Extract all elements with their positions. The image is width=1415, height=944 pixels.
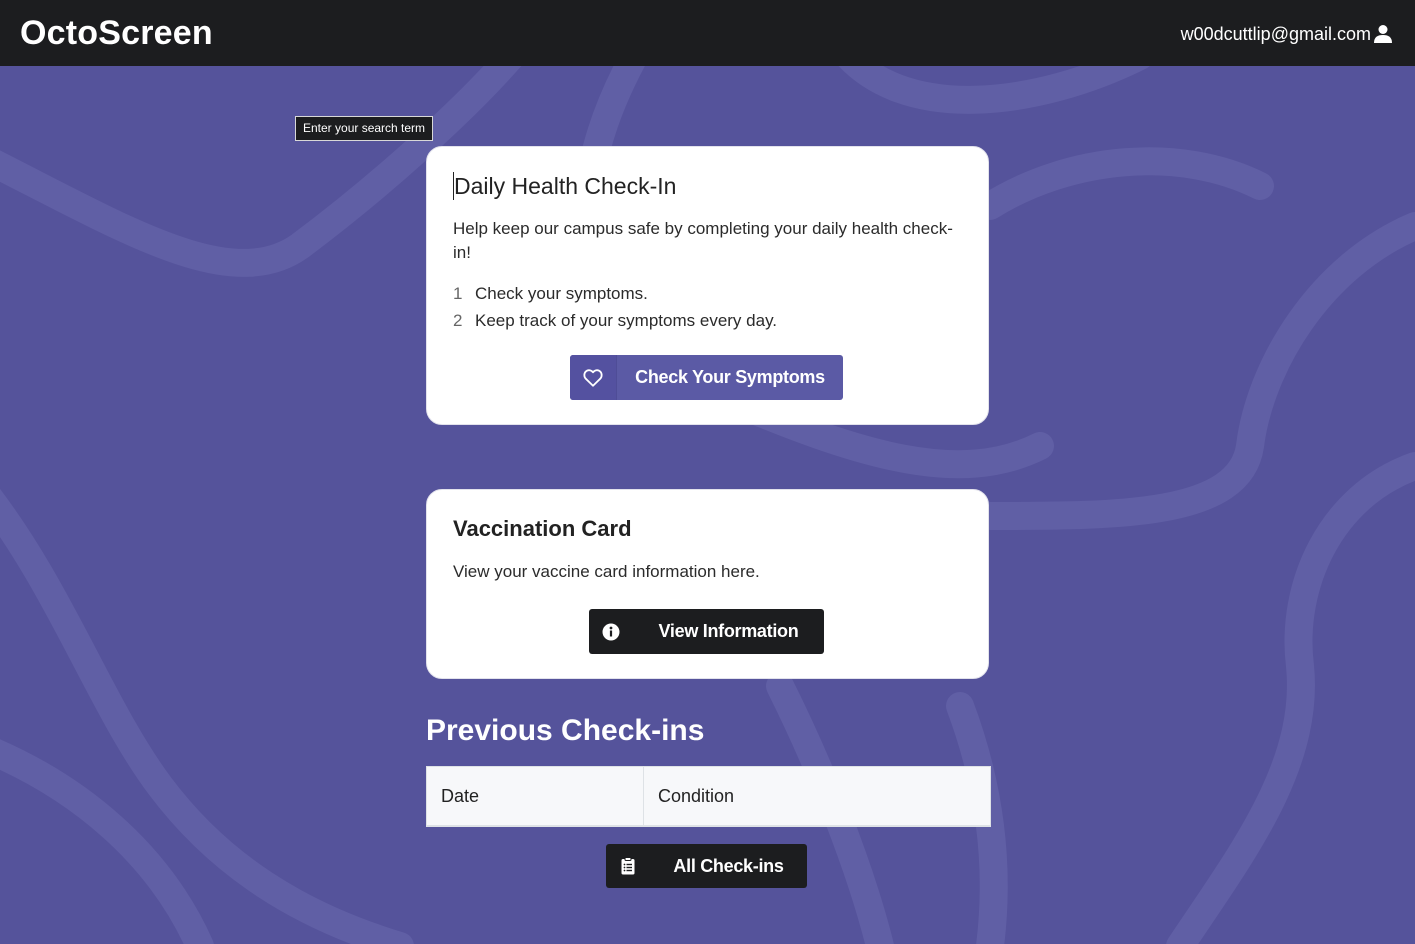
list-item: 1 Check your symptoms. <box>453 280 777 307</box>
view-information-button[interactable]: View Information <box>589 609 824 654</box>
search-tooltip: Enter your search term <box>295 116 434 141</box>
checkin-steps-list: 1 Check your symptoms. 2 Keep track of y… <box>453 280 777 334</box>
step-number: 1 <box>453 284 463 303</box>
checkin-card-title: Daily Health Check-In <box>453 172 677 200</box>
previous-checkins-heading: Previous Check-ins <box>426 714 705 747</box>
user-email[interactable]: w00dcuttlip@gmail.com <box>1181 22 1371 46</box>
user-icon[interactable] <box>1373 24 1393 44</box>
step-text: Keep track of your symptoms every day. <box>475 311 778 330</box>
step-text: Check your symptoms. <box>475 284 648 303</box>
vaccine-card-title: Vaccination Card <box>453 516 632 541</box>
column-header-condition[interactable]: Condition <box>643 766 991 827</box>
checkin-card-description: Help keep our campus safe by completing … <box>453 219 953 262</box>
daily-checkin-card: Daily Health Check-In Help keep our camp… <box>426 146 989 425</box>
clipboard-list-icon <box>606 844 650 888</box>
vaccine-card-description: View your vaccine card information here. <box>453 562 760 581</box>
info-circle-icon <box>589 609 633 654</box>
table-header-row: Date Condition <box>426 766 991 827</box>
vaccination-card: Vaccination Card View your vaccine card … <box>426 489 989 679</box>
user-menu[interactable]: w00dcuttlip@gmail.com <box>1181 22 1393 46</box>
list-item: 2 Keep track of your symptoms every day. <box>453 307 777 334</box>
check-symptoms-button[interactable]: Check Your Symptoms <box>570 355 843 400</box>
all-checkins-label: All Check-ins <box>673 855 784 876</box>
previous-checkins-table: Date Condition <box>426 766 991 827</box>
brand-logo[interactable]: OctoScreen <box>20 11 213 55</box>
view-information-label: View Information <box>658 621 799 641</box>
column-header-date[interactable]: Date <box>426 766 644 827</box>
top-navbar: OctoScreen w00dcuttlip@gmail.com <box>0 0 1415 66</box>
heart-icon <box>570 355 617 400</box>
all-checkins-button[interactable]: All Check-ins <box>606 844 807 888</box>
check-symptoms-label: Check Your Symptoms <box>635 367 825 387</box>
step-number: 2 <box>453 311 463 330</box>
